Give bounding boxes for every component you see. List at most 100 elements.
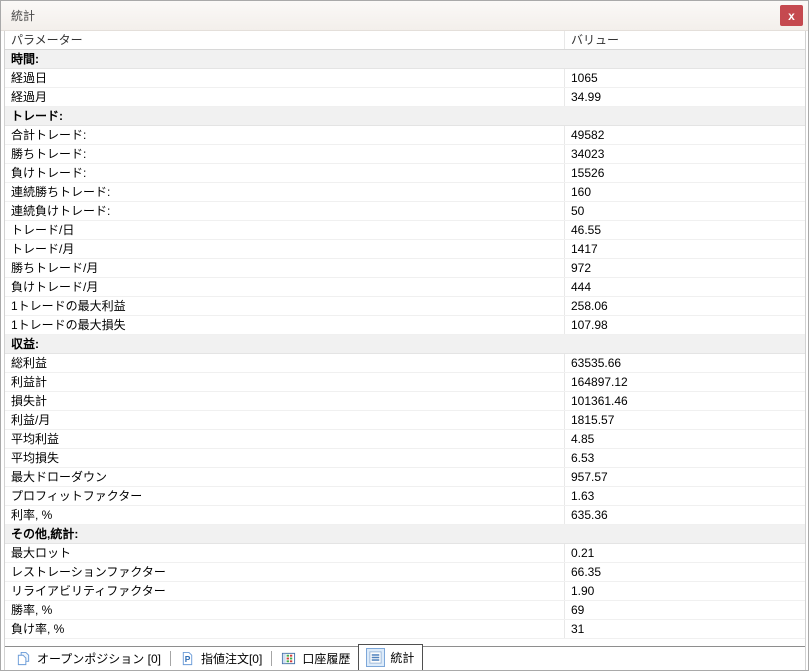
- table-row[interactable]: リライアビリティファクター 1.90: [5, 582, 805, 601]
- param-value: 1.90: [571, 584, 595, 598]
- stats-table-body: 時間: 経過日 1065 経過月 34.99 トレード: 合計トレード: 49582 勝ちトレー…: [5, 50, 805, 639]
- param-value: [565, 335, 805, 353]
- param-value: 1065: [571, 71, 598, 85]
- tab-label: 指値注文[0]: [200, 652, 263, 666]
- statistics-table: パラメーター バリュー 時間: 経過日 1065 経過月 34.99 トレード: 合計トレー…: [5, 31, 805, 639]
- param-label: レストレーションファクター: [5, 563, 565, 581]
- param-label: プロフィットファクター: [5, 487, 565, 505]
- param-value: 15526: [571, 166, 605, 180]
- table-row[interactable]: 経過日 1065: [5, 69, 805, 88]
- tab-label: 口座履歴: [302, 652, 351, 666]
- param-value: 957.57: [571, 470, 608, 484]
- param-value: 50: [571, 204, 585, 218]
- param-value: 160: [571, 185, 592, 199]
- param-label: リライアビリティファクター: [5, 582, 565, 600]
- table-row[interactable]: 利益計 164897.12: [5, 373, 805, 392]
- table-row[interactable]: トレード/日 46.55: [5, 221, 805, 240]
- tab-statistics[interactable]: 統計: [358, 644, 424, 670]
- grid-table-icon: [281, 651, 296, 666]
- table-row[interactable]: 最大ドローダウン 957.57: [5, 468, 805, 487]
- param-label: 勝ちトレード:: [5, 145, 565, 163]
- param-label: 利率, %: [5, 506, 565, 524]
- param-label: 最大ロット: [5, 544, 565, 562]
- panel-titlebar: 統計 x: [1, 1, 808, 31]
- param-value: [565, 50, 805, 68]
- param-value: [565, 107, 805, 125]
- table-row[interactable]: 勝ちトレード/月 972: [5, 259, 805, 278]
- param-label: その他,統計:: [11, 527, 79, 541]
- param-value: 635.36: [571, 508, 608, 522]
- tab-open-positions[interactable]: オープンポジション [0]: [8, 647, 169, 670]
- table-row[interactable]: 損失計 101361.46: [5, 392, 805, 411]
- close-button[interactable]: x: [780, 5, 803, 26]
- param-label: 負けトレード/月: [5, 278, 565, 296]
- param-label: 1トレードの最大損失: [5, 316, 565, 334]
- table-row[interactable]: 1トレードの最大利益 258.06: [5, 297, 805, 316]
- table-header-row: パラメーター バリュー: [5, 31, 805, 50]
- param-label: 利益/月: [5, 411, 565, 429]
- param-label: 総利益: [5, 354, 565, 372]
- column-header-parameter[interactable]: パラメーター: [5, 31, 565, 49]
- table-row[interactable]: 利益/月 1815.57: [5, 411, 805, 430]
- param-value: 444: [571, 280, 592, 294]
- param-value: 0.21: [571, 546, 595, 560]
- tab-label: 統計: [390, 651, 415, 665]
- table-row[interactable]: 総利益 63535.66: [5, 354, 805, 373]
- param-value: 69: [571, 603, 585, 617]
- table-row[interactable]: 合計トレード: 49582: [5, 126, 805, 145]
- table-row[interactable]: 平均損失 6.53: [5, 449, 805, 468]
- column-header-value[interactable]: バリュー: [565, 31, 805, 49]
- section-row[interactable]: トレード:: [5, 107, 805, 126]
- param-value: 66.35: [571, 565, 602, 579]
- table-row[interactable]: 勝ちトレード: 34023: [5, 145, 805, 164]
- documents-icon: [16, 651, 31, 666]
- param-value: 49582: [571, 128, 605, 142]
- param-value: 101361.46: [571, 394, 628, 408]
- table-row[interactable]: 負けトレード: 15526: [5, 164, 805, 183]
- tab-label: オープンポジション [0]: [37, 652, 161, 666]
- param-value: 34023: [571, 147, 605, 161]
- param-label: 負け率, %: [5, 620, 565, 638]
- table-row[interactable]: 勝率, % 69: [5, 601, 805, 620]
- table-row[interactable]: 経過月 34.99: [5, 88, 805, 107]
- section-row[interactable]: 収益:: [5, 335, 805, 354]
- param-label: 損失計: [5, 392, 565, 410]
- tab-account-history[interactable]: 口座履歴: [273, 647, 358, 670]
- table-row[interactable]: プロフィットファクター 1.63: [5, 487, 805, 506]
- list-lines-icon: [366, 648, 386, 667]
- section-row[interactable]: 時間:: [5, 50, 805, 69]
- tab-pending-orders[interactable]: P 指値注文[0]: [172, 647, 270, 670]
- table-row[interactable]: 連続勝ちトレード: 160: [5, 183, 805, 202]
- table-row[interactable]: レストレーションファクター 66.35: [5, 563, 805, 582]
- panel-title: 統計: [11, 9, 36, 23]
- param-value: 1815.57: [571, 413, 615, 427]
- table-row[interactable]: トレード/月 1417: [5, 240, 805, 259]
- param-label: 経過日: [5, 69, 565, 87]
- param-label: 勝ちトレード/月: [5, 259, 565, 277]
- param-value: 164897.12: [571, 375, 628, 389]
- param-value: [565, 525, 805, 543]
- param-label: 収益:: [11, 337, 39, 351]
- table-row[interactable]: 負け率, % 31: [5, 620, 805, 639]
- param-label: トレード:: [11, 109, 63, 123]
- param-value: 1417: [571, 242, 598, 256]
- table-row[interactable]: 利率, % 635.36: [5, 506, 805, 525]
- param-value: 107.98: [571, 318, 608, 332]
- table-row[interactable]: 負けトレード/月 444: [5, 278, 805, 297]
- param-label: 1トレードの最大利益: [5, 297, 565, 315]
- param-label: 合計トレード:: [5, 126, 565, 144]
- param-label: 時間:: [11, 52, 39, 66]
- table-row[interactable]: 連続負けトレード: 50: [5, 202, 805, 221]
- param-value: 1.63: [571, 489, 595, 503]
- param-value: 258.06: [571, 299, 608, 313]
- param-value: 46.55: [571, 223, 602, 237]
- param-label: 平均損失: [5, 449, 565, 467]
- section-row[interactable]: その他,統計:: [5, 525, 805, 544]
- table-row[interactable]: 最大ロット 0.21: [5, 544, 805, 563]
- svg-text:P: P: [185, 654, 191, 664]
- param-value: 34.99: [571, 90, 602, 104]
- param-label: 負けトレード:: [5, 164, 565, 182]
- table-row[interactable]: 平均利益 4.85: [5, 430, 805, 449]
- page-p-icon: P: [180, 651, 195, 666]
- table-row[interactable]: 1トレードの最大損失 107.98: [5, 316, 805, 335]
